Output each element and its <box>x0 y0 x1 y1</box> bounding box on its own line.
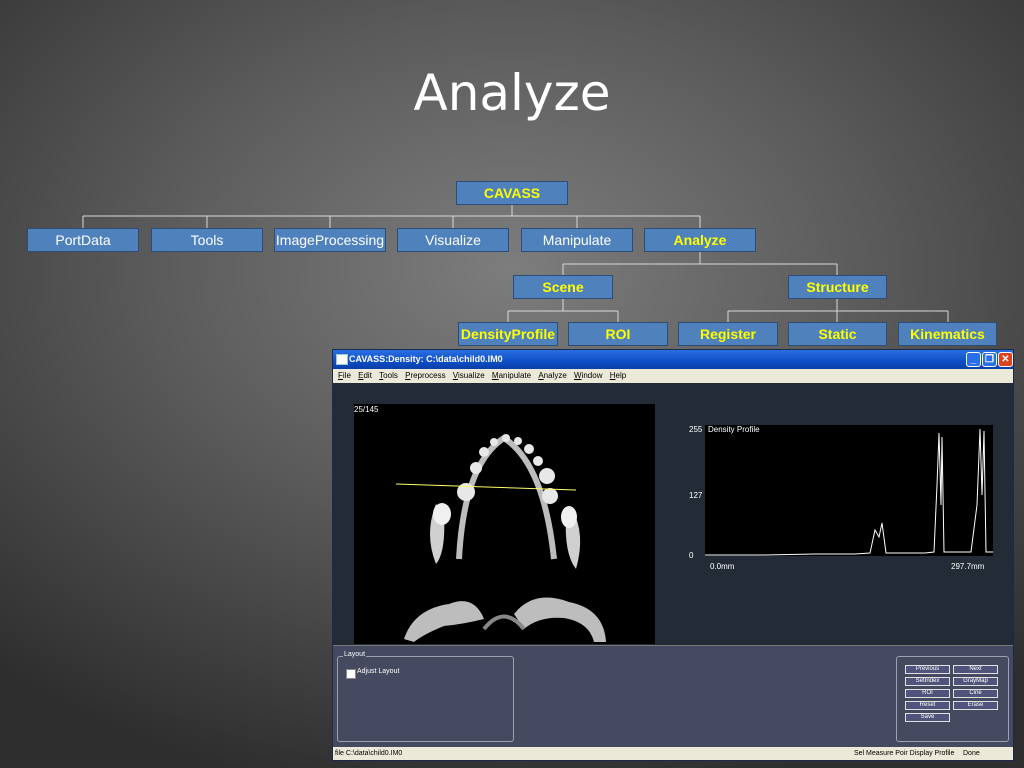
node-densityprofile: DensityProfile <box>458 322 558 346</box>
controls-group: Previous Next SetIndex GrayMap ROI Cine … <box>896 656 1009 742</box>
setindex-button[interactable]: SetIndex <box>905 677 950 686</box>
previous-button[interactable]: Previous <box>905 665 950 674</box>
menu-file[interactable]: File <box>338 369 351 383</box>
menu-help[interactable]: Help <box>610 369 626 383</box>
menu-bar: File Edit Tools Preprocess Visualize Man… <box>333 369 1013 383</box>
adjust-layout-checkbox[interactable] <box>346 669 356 679</box>
node-cavass: CAVASS <box>456 181 568 205</box>
node-manipulate: Manipulate <box>521 228 633 252</box>
close-button[interactable]: ✕ <box>998 352 1013 367</box>
node-roi: ROI <box>568 322 668 346</box>
status-state: Done <box>963 750 980 757</box>
app-icon <box>336 354 348 365</box>
cine-button[interactable]: Cine <box>953 689 998 698</box>
cavass-density-window: CAVASS:Density: C:\data\child0.IM0 _ ❐ ✕… <box>332 349 1014 761</box>
tree-connectors <box>82 205 949 322</box>
layout-group: Layout Adjust Layout <box>337 651 514 742</box>
roi-button[interactable]: ROI <box>905 689 950 698</box>
next-button[interactable]: Next <box>953 665 998 674</box>
y-tick-min: 0 <box>689 551 694 560</box>
menu-analyze[interactable]: Analyze <box>538 369 566 383</box>
status-mode: Sel Measure Poir Display Profile <box>854 750 955 757</box>
viewer-area: 25/145 255 127 0 Density Profile 0.0mm 2… <box>333 383 1013 645</box>
y-tick-max: 255 <box>689 425 703 434</box>
adjust-layout-label: Adjust Layout <box>357 668 400 675</box>
profile-line <box>705 428 993 556</box>
x-end-label: 297.7mm <box>951 562 985 571</box>
save-button[interactable]: Save <box>905 713 950 722</box>
window-titlebar[interactable]: CAVASS:Density: C:\data\child0.IM0 _ ❐ ✕ <box>333 350 1013 369</box>
menu-preprocess[interactable]: Preprocess <box>405 369 445 383</box>
layout-group-label: Layout <box>343 651 367 658</box>
menu-manipulate[interactable]: Manipulate <box>492 369 531 383</box>
ct-slice-view[interactable]: 25/145 <box>354 404 655 644</box>
node-analyze: Analyze <box>644 228 756 252</box>
menu-visualize[interactable]: Visualize <box>453 369 485 383</box>
node-tools: Tools <box>151 228 263 252</box>
node-structure: Structure <box>788 275 887 299</box>
control-panel: Layout Adjust Layout Previous Next SetIn… <box>333 645 1013 750</box>
menu-window[interactable]: Window <box>574 369 602 383</box>
node-static: Static <box>788 322 887 346</box>
node-register: Register <box>678 322 778 346</box>
graymap-button[interactable]: GrayMap <box>953 677 998 686</box>
minimize-button[interactable]: _ <box>966 352 981 367</box>
node-imageprocessing: ImageProcessing <box>274 228 386 252</box>
reset-button[interactable]: Reset <box>905 701 950 710</box>
node-portdata: PortData <box>27 228 139 252</box>
status-bar: file C:\data\child0.IM0 Sel Measure Poir… <box>333 747 1013 760</box>
node-kinematics: Kinematics <box>898 322 997 346</box>
menu-tools[interactable]: Tools <box>379 369 398 383</box>
density-profile-plot: Density Profile <box>705 425 993 556</box>
erase-button[interactable]: Erase <box>953 701 998 710</box>
window-title: CAVASS:Density: C:\data\child0.IM0 <box>349 354 503 364</box>
ct-scan-image <box>395 434 606 642</box>
menu-edit[interactable]: Edit <box>358 369 372 383</box>
maximize-button[interactable]: ❐ <box>982 352 997 367</box>
node-visualize: Visualize <box>397 228 509 252</box>
node-scene: Scene <box>513 275 613 299</box>
y-tick-mid: 127 <box>689 491 703 500</box>
x-start-label: 0.0mm <box>710 562 735 571</box>
status-file: file C:\data\child0.IM0 <box>335 750 403 757</box>
